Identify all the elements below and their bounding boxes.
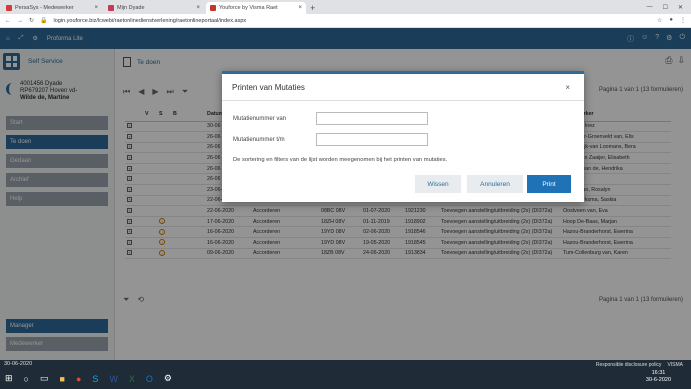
task-view-icon[interactable]: ▭ — [40, 373, 49, 384]
chrome-icon[interactable]: ● — [76, 374, 81, 384]
tab-favicon-icon — [210, 5, 216, 11]
label-mutation-from: Mutatienummer van — [233, 116, 287, 122]
tab-favicon-icon — [108, 5, 114, 11]
outlook-icon[interactable]: O — [146, 374, 153, 384]
reload-icon[interactable]: ↻ — [29, 17, 34, 24]
windows-taskbar: 30-06-2020 ⊞ ○ ▭ ■ ● S W X O ⚙ Responsib… — [0, 360, 691, 389]
browser-tab-bar: PersaSys - Medewerker × Mijn Dyade × You… — [0, 0, 691, 14]
tab-close-icon[interactable]: × — [298, 5, 302, 11]
mutation-to-input[interactable] — [316, 133, 428, 146]
tab-label: Mijn Dyade — [117, 5, 145, 11]
tab-close-icon[interactable]: × — [196, 5, 200, 11]
browser-tab-2[interactable]: Mijn Dyade × — [104, 2, 204, 14]
address-bar: ← → ↻ 🔒 login.youforce.biz/lcwebi/raeton… — [0, 14, 691, 28]
file-explorer-icon[interactable]: ■ — [60, 374, 65, 384]
visma-brand: VISMA — [667, 362, 683, 368]
browser-tab-1[interactable]: PersaSys - Medewerker × — [2, 2, 102, 14]
lock-icon: 🔒 — [40, 18, 48, 24]
word-icon[interactable]: W — [109, 374, 118, 384]
status-text: Responsible disclosure policy VISMA — [596, 362, 683, 368]
start-icon[interactable]: ⊞ — [5, 373, 13, 384]
new-tab-icon[interactable]: + — [310, 3, 315, 13]
back-icon[interactable]: ← — [5, 18, 11, 24]
close-icon[interactable]: × — [565, 83, 570, 92]
dialog-divider — [222, 100, 584, 101]
excel-icon[interactable]: X — [129, 374, 135, 384]
skype-icon[interactable]: S — [92, 374, 98, 384]
url-field[interactable]: login.youforce.biz/lcwebi/raetonlinedien… — [54, 18, 247, 24]
cancel-button[interactable]: Annuleren — [467, 175, 523, 193]
settings-app-icon[interactable]: ⚙ — [164, 373, 172, 384]
tab-favicon-icon — [6, 5, 12, 11]
print-button[interactable]: Print — [527, 175, 571, 193]
clock-time: 16:31 — [651, 370, 666, 376]
window-close-icon[interactable]: ✕ — [678, 4, 683, 11]
maximize-icon[interactable]: ☐ — [663, 4, 668, 11]
search-icon[interactable]: ○ — [24, 374, 29, 384]
window-controls: — ☐ ✕ — [639, 4, 691, 14]
disclosure-link[interactable]: Responsible disclosure policy — [596, 362, 662, 368]
clear-button[interactable]: Wissen — [415, 175, 461, 193]
system-clock[interactable]: 16:31 30-6-2020 — [646, 370, 671, 384]
browser-tab-3[interactable]: Youforce by Visma Raet × — [206, 2, 306, 14]
tab-close-icon[interactable]: × — [94, 5, 98, 11]
star-icon[interactable]: ☆ — [657, 17, 662, 24]
tab-label: Youforce by Visma Raet — [219, 5, 278, 11]
tab-label: PersaSys - Medewerker — [15, 5, 74, 11]
dialog-note: De sortering en filters van de lijst wor… — [233, 157, 448, 163]
forward-icon[interactable]: → — [17, 18, 23, 24]
profile-icon[interactable]: ● — [669, 17, 673, 24]
print-mutations-dialog: Printen van Mutaties × Mutatienummer van… — [222, 71, 584, 202]
dialog-title: Printen van Mutaties — [232, 83, 305, 92]
minimize-icon[interactable]: — — [647, 4, 653, 11]
label-mutation-to: Mutatienummer t/m — [233, 137, 285, 143]
mutation-from-input[interactable] — [316, 112, 428, 125]
taskbar-date-left: 30-06-2020 — [4, 361, 33, 367]
clock-date: 30-6-2020 — [645, 377, 671, 383]
menu-icon[interactable]: ⋮ — [680, 17, 686, 24]
